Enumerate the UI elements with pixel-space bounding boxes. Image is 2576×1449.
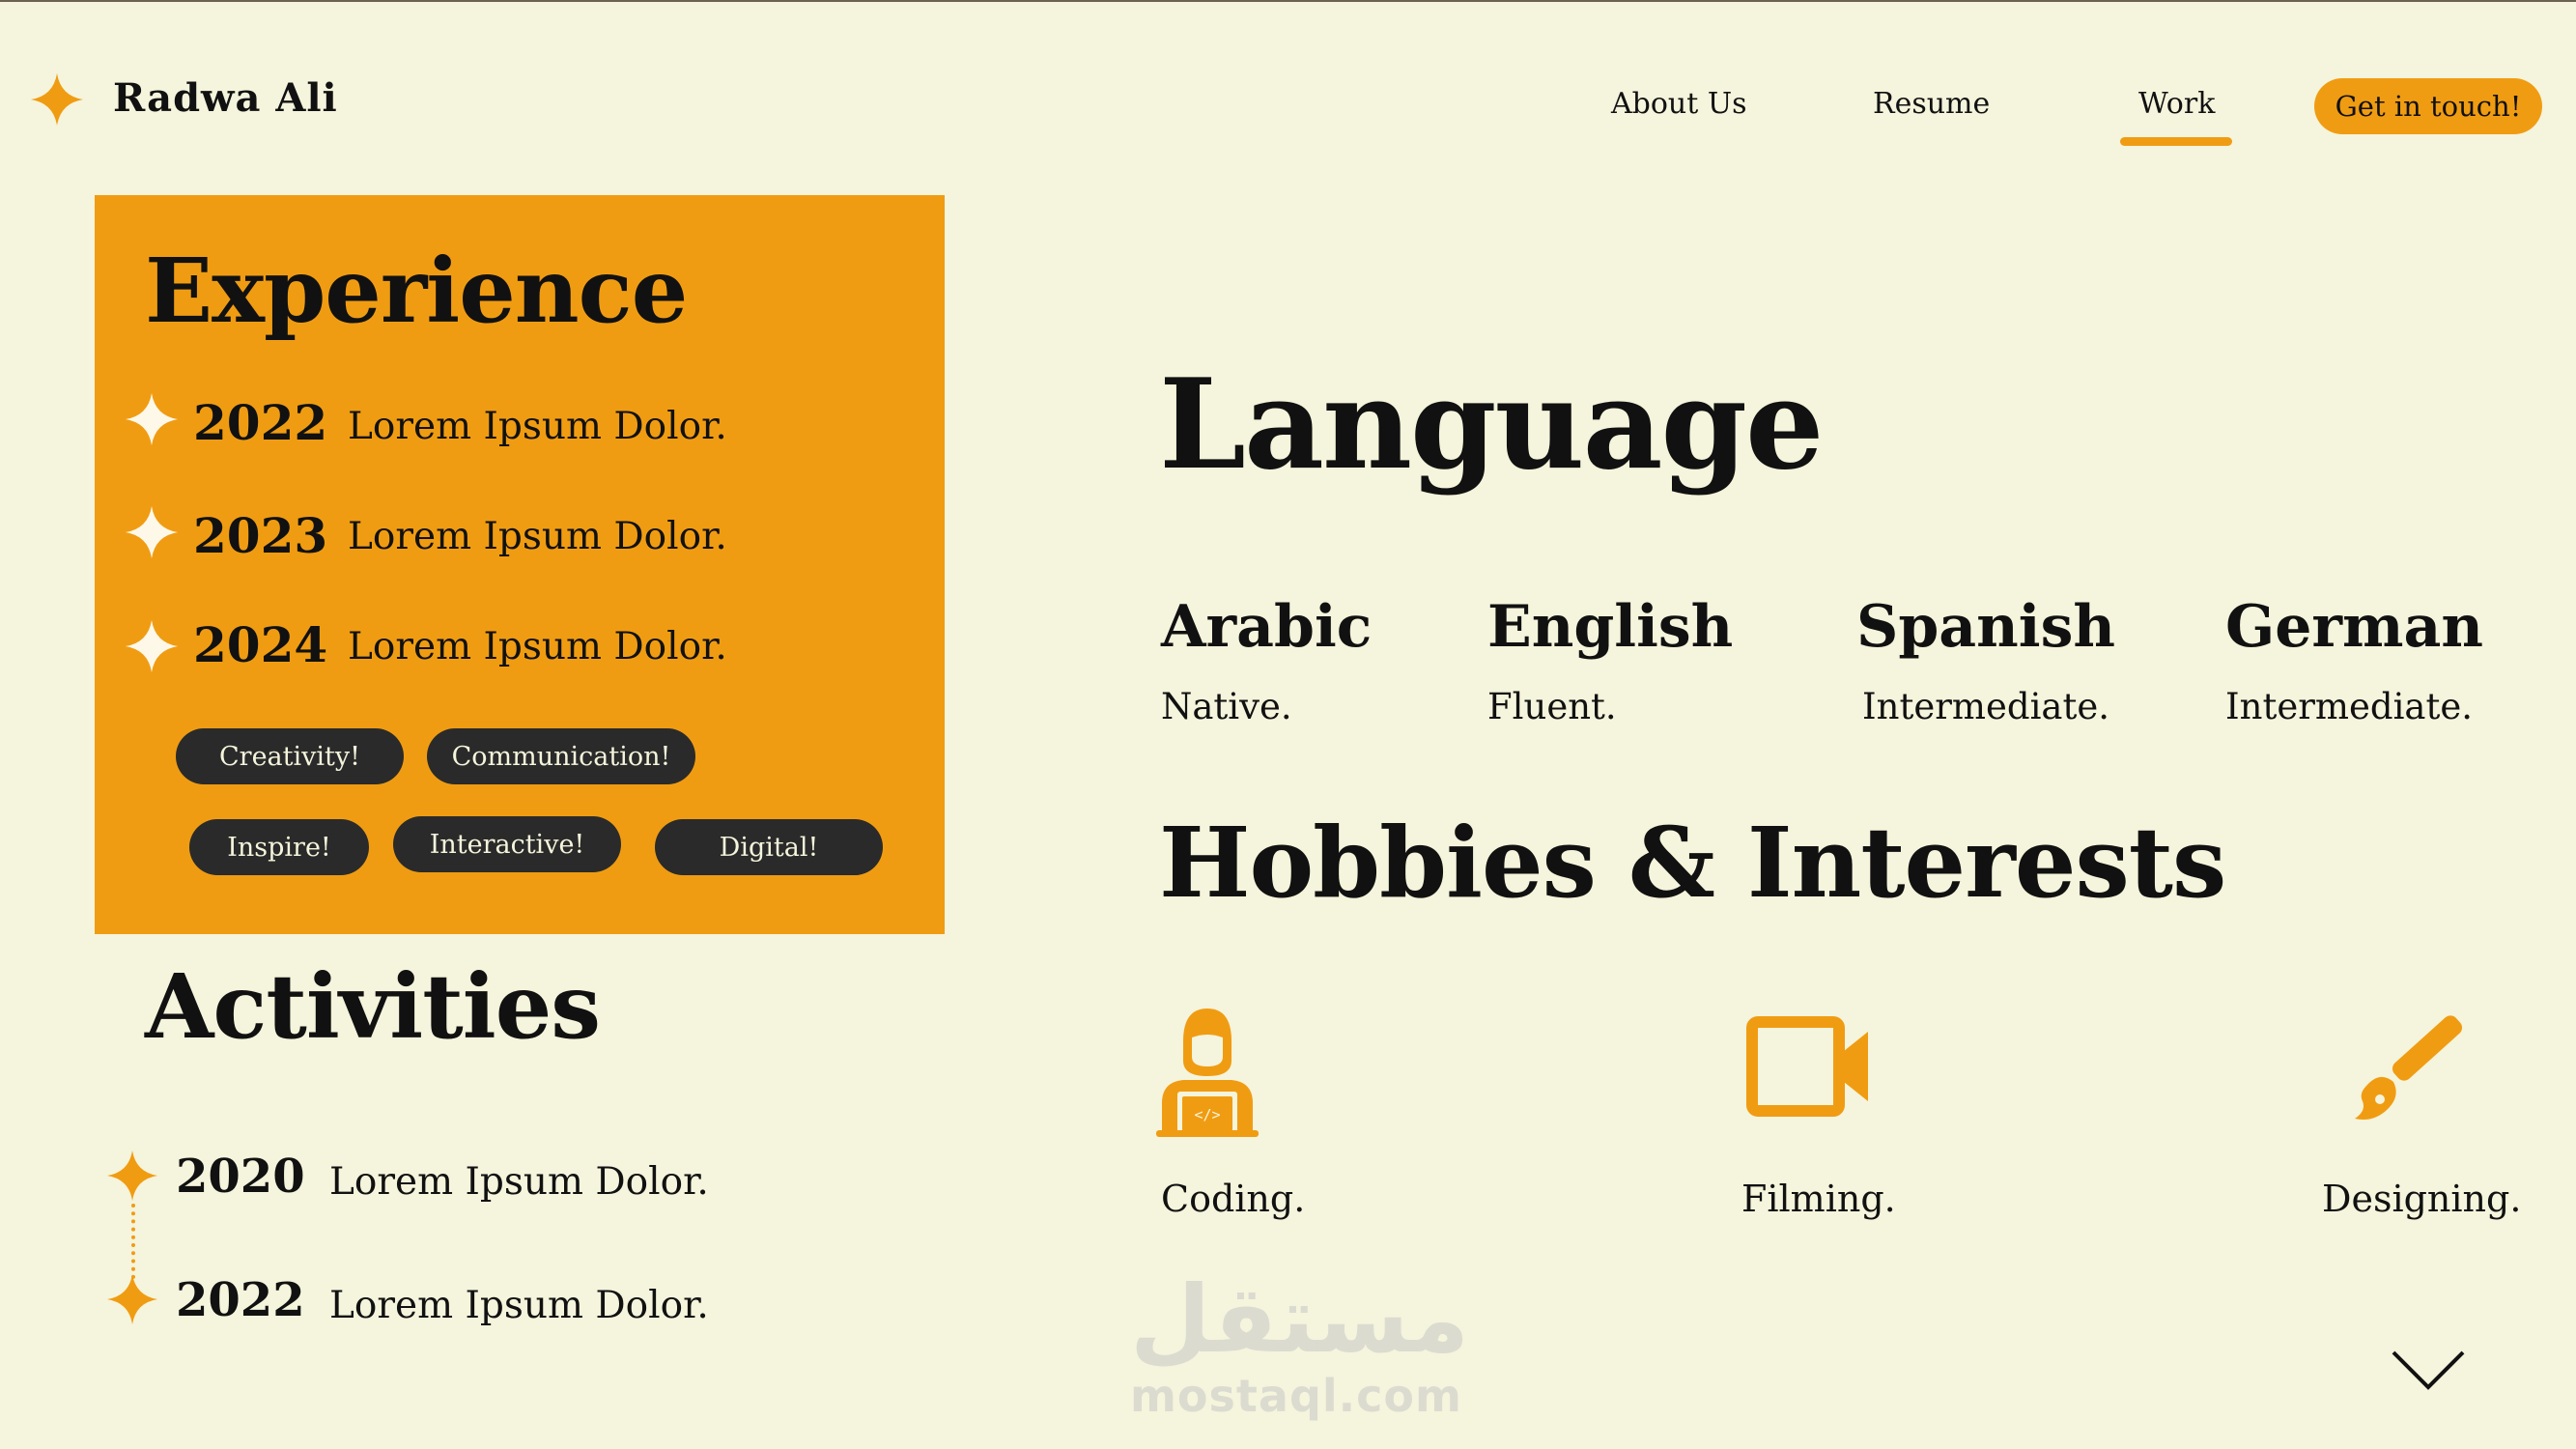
sparkle-icon <box>126 393 178 445</box>
experience-text: Lorem Ipsum Dolor. <box>348 625 727 668</box>
sparkle-icon <box>126 620 178 672</box>
sparkle-icon <box>107 1151 157 1201</box>
four-point-star-icon <box>31 73 83 126</box>
experience-year: 2022 <box>193 394 328 451</box>
nav-work[interactable]: Work <box>2138 87 2215 121</box>
hobbies-title: Hobbies & Interests <box>1159 806 2226 920</box>
skill-tag-inspire[interactable]: Inspire! <box>189 819 369 875</box>
video-camera-icon <box>1746 1016 1868 1117</box>
nav-about-us[interactable]: About Us <box>1611 87 1747 121</box>
experience-text: Lorem Ipsum Dolor. <box>348 515 727 558</box>
timeline-connector <box>131 1204 135 1279</box>
activity-text: Lorem Ipsum Dolor. <box>329 1160 709 1204</box>
nav-resume[interactable]: Resume <box>1873 87 1990 121</box>
skill-tag-digital[interactable]: Digital! <box>655 819 883 875</box>
experience-year: 2023 <box>193 507 328 564</box>
language-level: Native. <box>1161 686 1292 727</box>
sparkle-icon <box>107 1274 157 1324</box>
activity-year: 2020 <box>176 1150 305 1204</box>
experience-title: Experience <box>145 239 688 343</box>
hobby-label: Designing. <box>2322 1178 2522 1220</box>
chevron-down-icon[interactable] <box>2390 1349 2467 1393</box>
top-border <box>0 0 2576 2</box>
language-level: Intermediate. <box>2225 686 2473 727</box>
hobby-label: Coding. <box>1161 1178 1306 1220</box>
watermark-arabic: مستقل <box>1130 1265 1470 1374</box>
watermark-latin: mostaql.com <box>1130 1370 1462 1422</box>
experience-year: 2024 <box>193 616 328 673</box>
experience-text: Lorem Ipsum Dolor. <box>348 405 727 448</box>
language-level: Fluent. <box>1487 686 1617 727</box>
skill-tag-interactive[interactable]: Interactive! <box>393 816 621 872</box>
language-level: Intermediate. <box>1862 686 2109 727</box>
brand-name[interactable]: Radwa Ali <box>113 75 338 121</box>
language-title: Language <box>1159 353 1824 497</box>
language-name: Arabic <box>1161 593 1373 661</box>
nav-active-indicator <box>2120 137 2232 146</box>
activity-text: Lorem Ipsum Dolor. <box>329 1284 709 1327</box>
language-name: English <box>1487 593 1734 661</box>
skill-tag-creativity[interactable]: Creativity! <box>176 728 404 784</box>
paintbrush-icon <box>2355 1015 2463 1120</box>
svg-text:</>: </> <box>1194 1106 1220 1123</box>
language-name: German <box>2225 593 2484 661</box>
language-name: Spanish <box>1856 593 2115 661</box>
coder-laptop-icon: </> <box>1156 1009 1259 1137</box>
activity-year: 2022 <box>176 1273 305 1327</box>
hobby-label: Filming. <box>1741 1178 1896 1220</box>
skill-tag-communication[interactable]: Communication! <box>427 728 695 784</box>
activities-title: Activities <box>145 954 601 1059</box>
get-in-touch-button[interactable]: Get in touch! <box>2314 78 2542 134</box>
sparkle-icon <box>126 506 178 558</box>
